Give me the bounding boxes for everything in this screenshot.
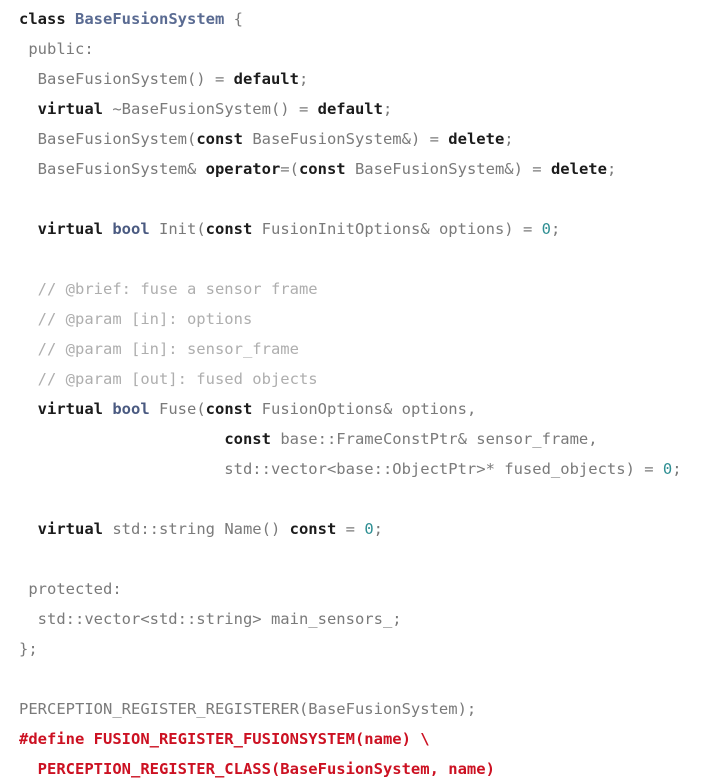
code-token-macro: PERCEPTION_REGISTER_CLASS(BaseFusionSyst… xyxy=(19,760,495,778)
code-line: const base::FrameConstPtr& sensor_frame, xyxy=(0,424,725,454)
code-token-plain: Fuse( xyxy=(149,400,206,418)
code-line: protected: xyxy=(0,574,725,604)
code-token-kw: const xyxy=(196,130,243,148)
code-line: class BaseFusionSystem { xyxy=(0,4,725,34)
code-token-plain: ~BaseFusionSystem() = xyxy=(103,100,318,118)
code-line: }; xyxy=(0,634,725,664)
code-token-classname: BaseFusionSystem xyxy=(75,10,225,28)
code-token-kw: delete xyxy=(448,130,505,148)
code-token-kw: virtual xyxy=(37,220,103,238)
code-token-plain: public: xyxy=(19,40,94,58)
code-line: #define FUSION_REGISTER_FUSIONSYSTEM(nam… xyxy=(0,724,725,754)
code-token-comment: // @param [out]: fused objects xyxy=(19,370,318,388)
code-token-plain: protected: xyxy=(19,580,122,598)
code-token-comment: // @param [in]: sensor_frame xyxy=(19,340,299,358)
code-line: virtual ~BaseFusionSystem() = default; xyxy=(0,94,725,124)
code-token-kw: virtual xyxy=(37,100,103,118)
code-token-plain: ; xyxy=(382,100,393,118)
code-token-plain: base::FrameConstPtr& sensor_frame, xyxy=(270,430,598,448)
code-line: std::vector<std::string> main_sensors_; xyxy=(0,604,725,634)
code-token-plain: ; xyxy=(606,160,617,178)
code-token-kw: const xyxy=(205,220,253,238)
code-line: BaseFusionSystem& operator=(const BaseFu… xyxy=(0,154,725,184)
code-token-kw: class xyxy=(19,10,66,28)
code-token-plain: PERCEPTION_REGISTER_REGISTERER(BaseFusio… xyxy=(19,700,477,718)
code-token-plain: }; xyxy=(19,640,38,658)
code-token-plain: BaseFusionSystem() = xyxy=(19,70,234,88)
code-token-plain: =( xyxy=(280,160,299,178)
code-token-plain: std::string Name() xyxy=(103,520,290,538)
code-viewer[interactable]: class BaseFusionSystem { public: BaseFus… xyxy=(0,0,725,783)
code-token-kw: const xyxy=(205,400,253,418)
code-token-kw: const xyxy=(289,520,337,538)
code-token-plain: BaseFusionSystem&) = xyxy=(242,130,449,148)
code-line: BaseFusionSystem(const BaseFusionSystem&… xyxy=(0,124,725,154)
code-token-plain: BaseFusionSystem&) = xyxy=(345,160,551,178)
code-line: // @param [out]: fused objects xyxy=(0,364,725,394)
code-token-plain: std::vector<std::string> main_sensors_; xyxy=(19,610,402,628)
code-line: BaseFusionSystem() = default; xyxy=(0,64,725,94)
code-line: virtual bool Fuse(const FusionOptions& o… xyxy=(0,394,725,424)
code-token-plain: FusionInitOptions& options) = xyxy=(252,220,542,238)
code-line: virtual bool Init(const FusionInitOption… xyxy=(0,214,725,244)
code-token-macro: #define FUSION_REGISTER_FUSIONSYSTEM(nam… xyxy=(19,730,430,748)
code-line: std::vector<base::ObjectPtr>* fused_obje… xyxy=(0,454,725,484)
code-token-kw: default xyxy=(317,100,383,118)
code-token-plain: std::vector<base::ObjectPtr>* fused_obje… xyxy=(19,460,663,478)
code-line: // @param [in]: sensor_frame xyxy=(0,334,725,364)
code-token-plain: { xyxy=(224,10,243,28)
code-lines-container: class BaseFusionSystem { public: BaseFus… xyxy=(0,0,725,783)
code-token-kw: operator xyxy=(205,160,281,178)
code-token-kw: default xyxy=(233,70,299,88)
code-token-kw: const xyxy=(224,430,271,448)
code-token-plain: ; xyxy=(504,130,514,148)
code-line: // @param [in]: options xyxy=(0,304,725,334)
code-token-kw: const xyxy=(298,160,346,178)
code-token-plain: BaseFusionSystem& xyxy=(19,160,206,178)
code-line: PERCEPTION_REGISTER_REGISTERER(BaseFusio… xyxy=(0,694,725,724)
code-token-comment: // @param [in]: options xyxy=(19,310,253,328)
code-line: PERCEPTION_REGISTER_CLASS(BaseFusionSyst… xyxy=(0,754,725,783)
code-token-plain: ; xyxy=(550,220,561,238)
code-token-plain: Init( xyxy=(149,220,206,238)
code-token-kw: virtual xyxy=(37,400,103,418)
code-token-number: 0 xyxy=(364,520,374,538)
code-token-number: 0 xyxy=(541,220,551,238)
code-token-comment: // @brief: fuse a sensor frame xyxy=(19,280,318,298)
code-line: public: xyxy=(0,34,725,64)
code-line: // @brief: fuse a sensor frame xyxy=(0,274,725,304)
code-line: virtual std::string Name() const = 0; xyxy=(0,514,725,544)
code-token-type: bool xyxy=(112,400,150,418)
code-token-plain: ; xyxy=(373,520,383,538)
code-token-plain: ; xyxy=(298,70,309,88)
code-token-kw: virtual xyxy=(37,520,103,538)
code-token-type: bool xyxy=(112,220,150,238)
code-token-plain: BaseFusionSystem( xyxy=(19,130,197,148)
code-token-kw: delete xyxy=(550,160,607,178)
code-token-plain: = xyxy=(336,520,365,538)
code-token-plain: FusionOptions& options, xyxy=(252,400,477,418)
code-token-number: 0 xyxy=(662,460,673,478)
code-token-plain: ; xyxy=(672,460,682,478)
